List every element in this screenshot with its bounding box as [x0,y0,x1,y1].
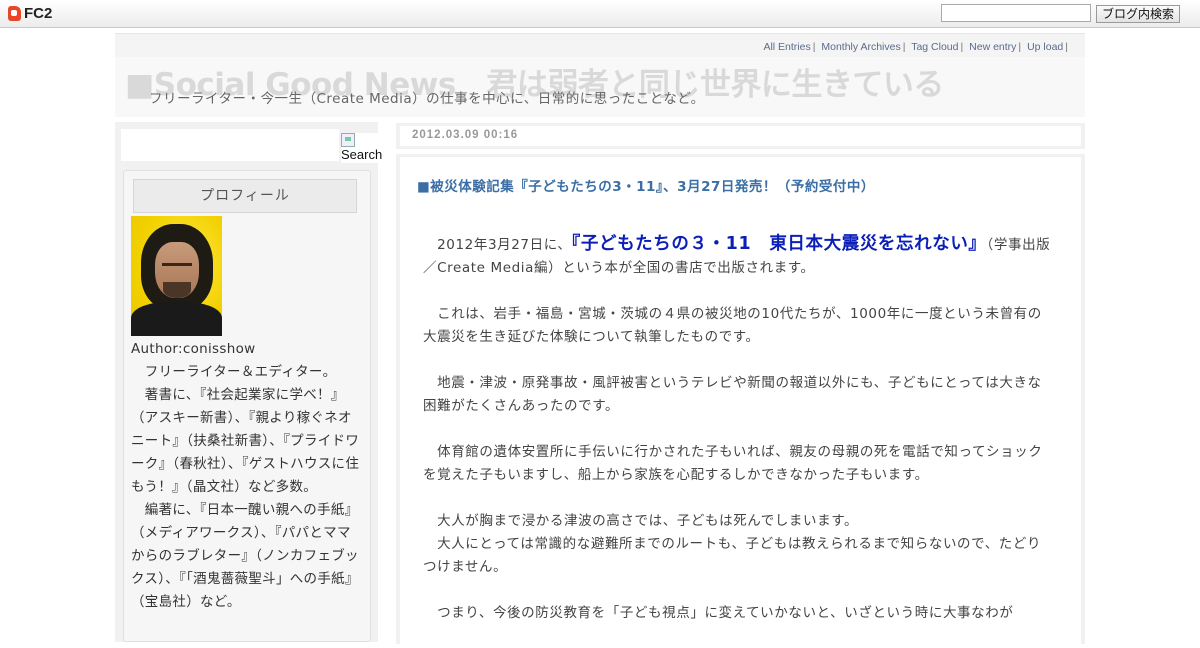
top-nav: All Entries | Monthly Archives | Tag Cloud… [115,33,1085,58]
nav-separator: | [1018,41,1022,53]
blog-description: フリーライター・今一生（Create Media）の仕事を中心に、日常的に思った… [149,91,705,107]
fc2-fox-icon [8,5,22,22]
profile-title: プロフィール [133,179,357,213]
nav-new-entry[interactable]: New entry [969,41,1016,53]
profile-bio-2: 著書に、『社会起業家に学べ！』（アスキー新書）、『親より稼ぐネオニート』（扶桑社… [131,387,360,495]
broken-image-icon [341,133,355,147]
author-avatar [131,216,222,336]
entry-date: 2012.03.09 00:16 [412,129,519,141]
top-nav-links: All Entries | Monthly Archives | Tag Cloud… [763,41,1071,53]
profile-bio-1: フリーライター＆エディター。 [131,364,337,380]
entry-paragraph: これは、岩手・福島・宮城・茨城の４県の被災地の10代たちが、1000年に一度とい… [423,306,1042,345]
book-title: 『子どもたちの３・11 東日本大震災を忘れない』 [571,234,987,254]
entry-intro: 2012年3月27日に、『子どもたちの３・11 東日本大震災を忘れない』（学事出… [423,233,1053,280]
entry-paragraph-pair: 大人が胸まで浸かる津波の高さでは、子どもは死んでしまいます。 大人にとっては常識… [423,510,1053,579]
entry-title[interactable]: ■被災体験記集『子どもたちの3・11』、3月27日発売！（予約受付中） [417,175,875,195]
nav-tag-cloud[interactable]: Tag Cloud [911,41,958,53]
fc2-header-bar: FC2 ブログ内検索 [0,0,1200,28]
nav-all-entries[interactable]: All Entries [763,41,810,53]
nav-upload[interactable]: Up load [1027,41,1063,53]
nav-separator: | [960,41,964,53]
entry-body: 2012年3月27日に、『子どもたちの３・11 東日本大震災を忘れない』（学事出… [423,233,1053,648]
profile-text: Author:conisshow フリーライター＆エディター。 著書に、『社会起… [131,338,361,614]
profile-bio-3: 編著に、『日本一醜い親への手紙』（メディアワークス）、『パパとママからのラブレタ… [131,502,359,610]
sidebar-search-area [121,129,339,161]
author-name: Author:conisshow [131,341,256,357]
nav-separator: | [1065,41,1068,53]
blog-search-input[interactable] [941,4,1091,22]
search-image-alt: Search [341,147,383,162]
entry-date-bar: 2012.03.09 00:16 [396,123,1085,149]
search-image-button[interactable]: Search [341,133,383,163]
nav-separator: | [812,41,816,53]
pair-line-2: 大人にとっては常識的な避難所までのルートも、子どもは教えられるまで知らないので、… [423,536,1042,575]
fc2-logo[interactable]: FC2 [8,4,52,23]
nav-monthly-archives[interactable]: Monthly Archives [821,41,900,53]
blog-search-button[interactable]: ブログ内検索 [1096,5,1180,23]
entry-paragraph: つまり、今後の防災教育を「子ども視点」に変えていかないと、いざという時に大事なわ… [423,605,1014,621]
entry-paragraph: 地震・津波・原発事故・風評被害というテレビや新聞の報道以外にも、子どもにとっては… [423,375,1042,414]
pair-line-1: 大人が胸まで浸かる津波の高さでは、子どもは死んでしまいます。 [423,513,859,529]
nav-separator: | [902,41,906,53]
entry-paragraph: 体育館の遺体安置所に手伝いに行かされた子もいれば、親友の母親の死を電話で知ってシ… [423,444,1043,483]
intro-prefix: 2012年3月27日に、 [423,237,572,253]
blog-header: ■Social Good News 君は弱者と同じ世界に生きている フリーライタ… [115,57,1085,117]
fc2-logo-text: FC2 [24,5,53,22]
